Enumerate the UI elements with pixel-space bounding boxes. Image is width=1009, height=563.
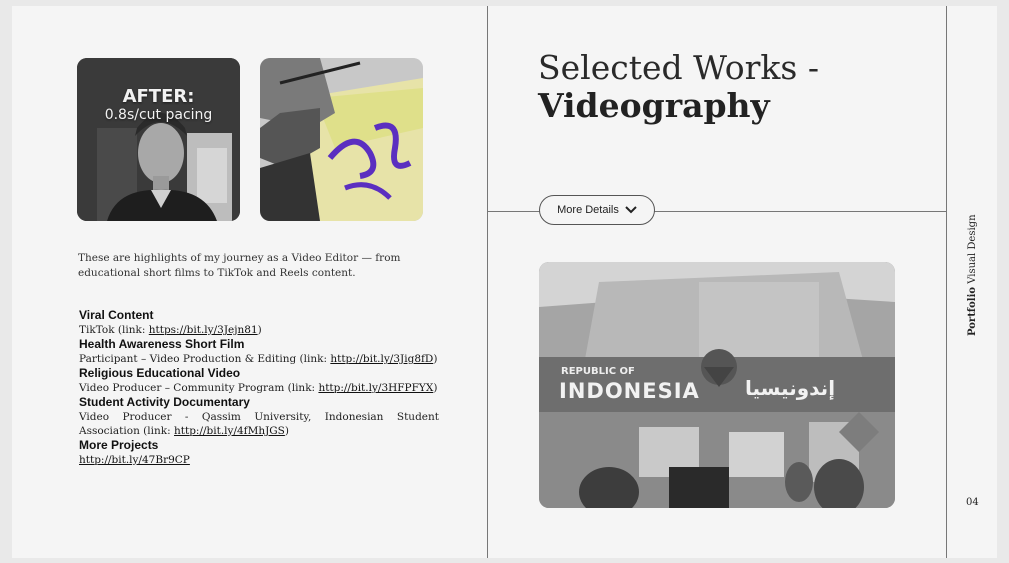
project-title: Health Awareness Short Film bbox=[79, 337, 245, 351]
more-details-label: More Details bbox=[557, 204, 619, 216]
project-item: Viral Content TikTok (link: https://bit.… bbox=[79, 308, 439, 337]
project-description: Participant – Video Production & Editing… bbox=[79, 353, 438, 365]
project-title: Religious Educational Video bbox=[79, 366, 241, 380]
project-item: Student Activity Documentary Video Produ… bbox=[79, 395, 439, 438]
project-link[interactable]: https://bit.ly/3Jejn81 bbox=[149, 324, 258, 336]
project-description: TikTok (link: https://bit.ly/3Jejn81) bbox=[79, 324, 262, 336]
project-link[interactable]: http://bit.ly/47Br9CP bbox=[79, 454, 190, 466]
project-link[interactable]: http://bit.ly/3HFPFYX bbox=[318, 382, 433, 394]
project-title: Student Activity Documentary bbox=[79, 395, 250, 409]
sign-republic-of: REPUBLIC OF bbox=[561, 366, 635, 377]
right-divider bbox=[946, 6, 947, 558]
project-item: Religious Educational Video Video Produc… bbox=[79, 366, 439, 395]
project-description: Video Producer - Qassim University, Indo… bbox=[79, 411, 439, 437]
intro-text: These are highlights of my journey as a … bbox=[78, 252, 401, 279]
project-title: More Projects bbox=[79, 438, 159, 452]
project-item: Health Awareness Short Film Participant … bbox=[79, 337, 439, 366]
pacing-label: 0.8s/cut pacing bbox=[104, 107, 213, 123]
project-description: http://bit.ly/47Br9CP bbox=[79, 453, 439, 467]
page-title-line1: Selected Works - bbox=[538, 48, 819, 87]
after-label: AFTER: bbox=[122, 86, 195, 107]
exhibition-photo: REPUBLIC OF INDONESIA إندونيسيا bbox=[539, 262, 895, 508]
sign-arabic: إندونيسيا bbox=[745, 376, 836, 400]
after-pacing-thumbnail: AFTER: 0.8s/cut pacing bbox=[77, 58, 240, 221]
page-number: 04 bbox=[966, 497, 979, 508]
portfolio-page: AFTER: 0.8s/cut pacing These are highlig… bbox=[12, 6, 997, 558]
chevron-down-icon bbox=[625, 206, 637, 214]
page-title-line2: Videography bbox=[538, 86, 770, 125]
project-link[interactable]: http://bit.ly/3Jig8fD bbox=[330, 353, 433, 365]
center-divider bbox=[487, 6, 488, 558]
calligraphy-thumbnail bbox=[260, 58, 423, 221]
project-description: Video Producer – Community Program (link… bbox=[79, 382, 438, 394]
project-link[interactable]: http://bit.ly/4fMhJGS bbox=[174, 425, 285, 437]
more-details-button[interactable]: More Details bbox=[539, 195, 655, 225]
side-label: Portfolio Visual Design bbox=[967, 214, 978, 336]
sign-indonesia: INDONESIA bbox=[559, 379, 700, 403]
project-title: Viral Content bbox=[79, 308, 154, 322]
project-item: More Projects http://bit.ly/47Br9CP bbox=[79, 438, 439, 467]
project-list: Viral Content TikTok (link: https://bit.… bbox=[79, 308, 439, 467]
